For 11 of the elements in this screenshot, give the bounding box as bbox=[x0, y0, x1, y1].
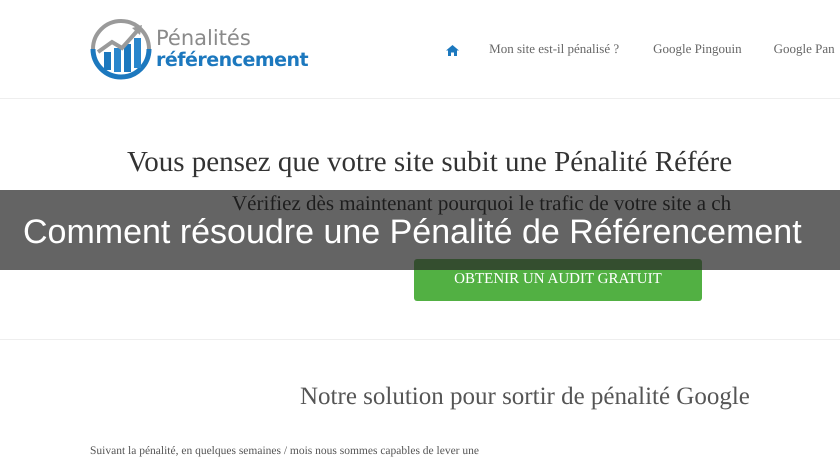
logo-text: Pénalités bbox=[156, 27, 252, 49]
section-paragraph: Suivant la pénalité, en quelques semaines / mois nous sommes capables de lever une bbox=[89, 444, 480, 460]
hero-subtitle: Vérifiez dès maintenant pourquoi le trafic de votre site a ch bbox=[231, 192, 732, 215]
overlay-caption: Comment résoudre une Pénalité de Référencement bbox=[23, 216, 802, 248]
hero-heading: Vous pensez que votre site subit une Pénalité Référe bbox=[126, 145, 734, 180]
nav-link[interactable]: Mon site est-il pénalisé ? bbox=[489, 39, 620, 59]
section-heading: Notre solution pour sortir de pénalité Google bbox=[299, 382, 751, 412]
nav-link[interactable]: Google Pan bbox=[774, 39, 835, 59]
nav-link[interactable]: Google Pingouin bbox=[653, 39, 742, 59]
logo-text: référencement bbox=[156, 49, 308, 71]
logo-icon bbox=[90, 18, 152, 80]
